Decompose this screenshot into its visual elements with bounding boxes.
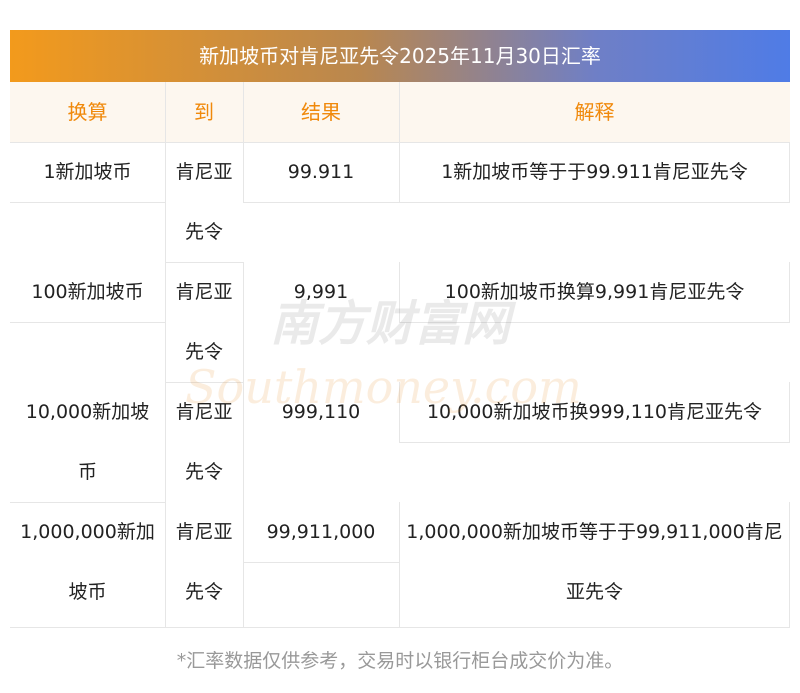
row-to-currency: 肯尼亚 先令 [175, 401, 233, 483]
row-result: 999,110 [281, 401, 361, 423]
header-to: 到 [194, 100, 214, 124]
row-result: 99.911 [287, 161, 355, 183]
table-row: 1新加坡币 [10, 142, 165, 202]
table-row: 100新加坡币 [10, 262, 165, 322]
row-to-currency: 肯尼亚 先令 [175, 281, 233, 363]
row-explain: 1,000,000新加坡币等于于99,911,000肯尼 亚先令 [406, 521, 783, 603]
header-result: 结果 [301, 100, 341, 124]
table-header-row: 换算 到 结果 解释 [10, 82, 790, 142]
row-to-currency: 肯尼亚 先令 [175, 161, 233, 243]
table-row: 10,000新加坡币 [10, 382, 165, 502]
row-from-amount: 1,000,000新加 [20, 521, 155, 543]
row-explain: 1新加坡币等于于99.911肯尼亚先令 [441, 161, 748, 183]
row-to-currency: 肯尼亚 先令 [175, 521, 233, 603]
table-row: 1,000,000新加 坡币 [10, 502, 165, 622]
row-from-amount: 10,000新加坡 [25, 401, 150, 423]
page-title: 新加坡币对肯尼亚先令2025年11月30日汇率 [10, 30, 790, 82]
row-result: 9,991 [293, 281, 349, 303]
row-result: 99,911,000 [266, 521, 376, 543]
header-convert: 换算 [67, 100, 108, 124]
row-from-amount: 1新加坡币 [43, 161, 132, 183]
row-explain: 100新加坡币换算9,991肯尼亚先令 [444, 281, 745, 303]
disclaimer-text: *汇率数据仅供参考，交易时以银行柜台成交价为准。 [176, 650, 624, 672]
header-explain: 解释 [574, 100, 615, 124]
row-from-amount: 100新加坡币 [31, 281, 144, 303]
row-explain: 10,000新加坡币换999,110肯尼亚先令 [426, 401, 763, 423]
